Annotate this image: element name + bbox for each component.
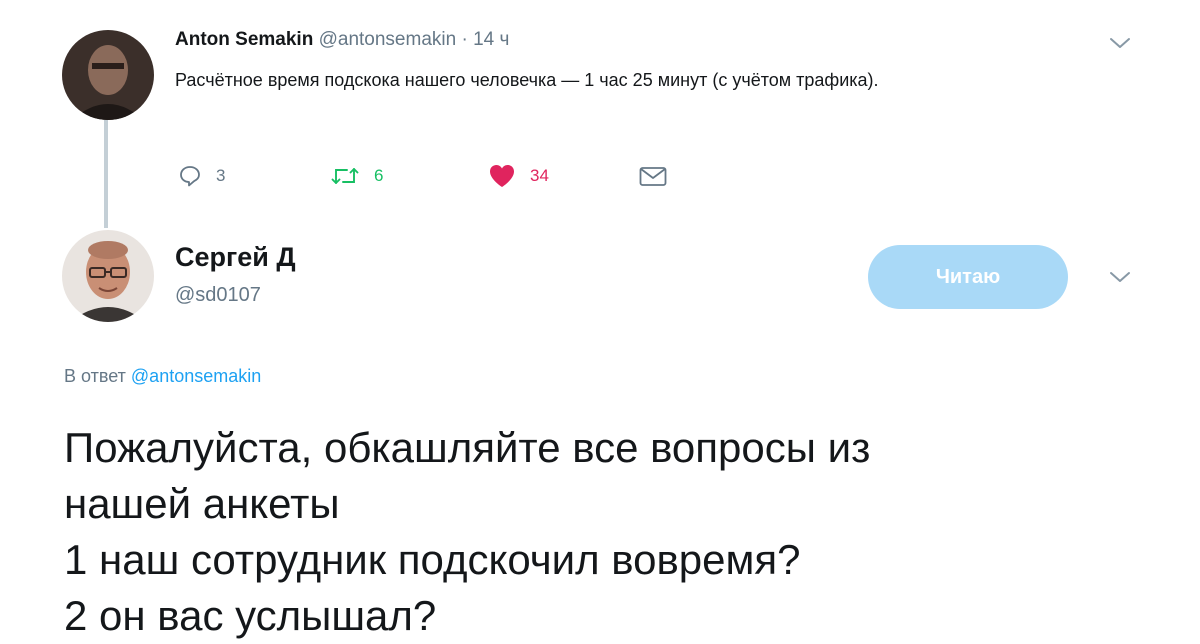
tweet2-author-name[interactable]: Сергей Д xyxy=(175,242,296,273)
tweet1-actions: 3 6 34 xyxy=(178,160,738,192)
tweet1-timestamp[interactable]: 14 ч xyxy=(473,29,509,50)
envelope-icon xyxy=(638,165,668,187)
tweet2-text-line: 2 он вас услышал? xyxy=(64,592,437,639)
tweet1-author-name[interactable]: Anton Semakin xyxy=(175,29,313,50)
avatar-anton-image xyxy=(62,30,154,120)
tweet2-text-line: нашей анкеты xyxy=(64,480,340,527)
tweet2-menu-chevron-icon[interactable] xyxy=(1106,268,1134,286)
avatar-anton[interactable] xyxy=(62,30,154,120)
tweet2-text: Пожалуйста, обкашляйте все вопросы из на… xyxy=(64,420,1164,644)
reply-button[interactable]: 3 xyxy=(178,160,225,192)
avatar-sergey[interactable] xyxy=(62,230,154,322)
retweet-button[interactable]: 6 xyxy=(330,160,383,192)
reply-icon xyxy=(178,165,202,187)
reply-context-prefix: В ответ xyxy=(64,366,126,386)
thread-connector xyxy=(104,120,108,228)
tweet2-text-line: Пожалуйста, обкашляйте все вопросы из xyxy=(64,424,871,471)
direct-message-button[interactable] xyxy=(638,160,668,192)
tweet1-menu-chevron-icon[interactable] xyxy=(1106,34,1134,52)
avatar-sergey-image xyxy=(62,230,154,322)
retweet-icon xyxy=(330,165,360,187)
heart-icon xyxy=(488,163,516,189)
reply-context: В ответ @antonsemakin xyxy=(64,366,261,387)
tweet1-author-handle[interactable]: @antonsemakin xyxy=(319,29,457,50)
following-button[interactable]: Читаю xyxy=(868,245,1068,309)
tweet2-author-handle[interactable]: @sd0107 xyxy=(175,284,261,307)
tweet1-header: Anton Semakin @antonsemakin · 14 ч xyxy=(175,27,509,53)
reply-context-mention[interactable]: @antonsemakin xyxy=(131,366,261,386)
like-count: 34 xyxy=(530,166,549,185)
tweet2-text-line: 1 наш сотрудник подскочил вовремя? xyxy=(64,536,801,583)
tweet1-separator: · xyxy=(461,29,468,50)
reply-count: 3 xyxy=(216,166,226,185)
like-button[interactable]: 34 xyxy=(488,160,549,192)
tweet1-text: Расчётное время подскока нашего человечк… xyxy=(175,70,879,90)
retweet-count: 6 xyxy=(374,166,384,185)
